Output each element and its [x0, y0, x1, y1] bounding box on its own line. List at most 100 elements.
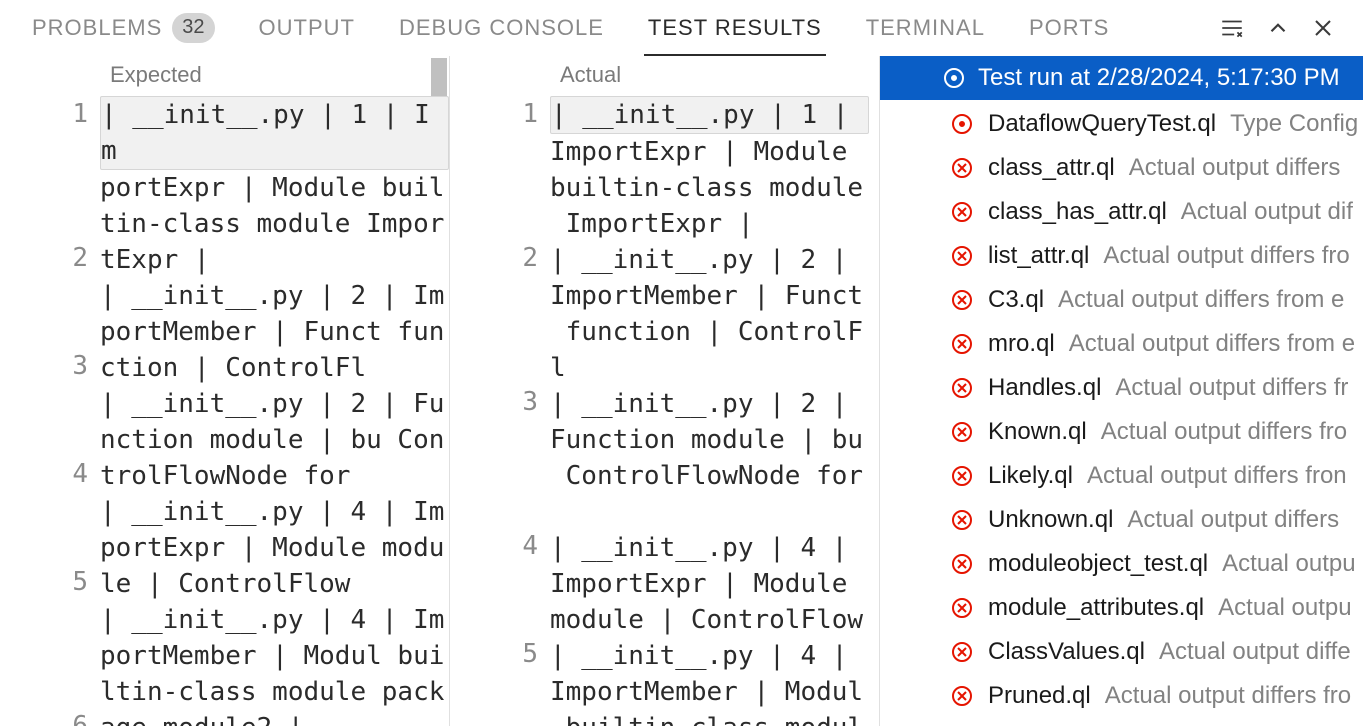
code-line: portMember | Modul bui	[100, 638, 449, 674]
line-number: 5	[450, 636, 538, 672]
test-message: Actual outpu	[1222, 550, 1355, 578]
tab-terminal[interactable]: TERMINAL	[844, 0, 1007, 56]
panel-actions	[1219, 15, 1353, 41]
test-name: Known.ql	[988, 418, 1087, 446]
clear-all-icon[interactable]	[1219, 15, 1245, 41]
actual-pane: Actual 123456 | __init__.py | 1 | Import…	[450, 56, 880, 726]
expected-pane: Expected 123456 | __init__.py | 1 | Impo…	[0, 56, 450, 726]
fail-icon	[950, 420, 974, 444]
line-number	[450, 708, 538, 726]
tests-pane: Test run at 2/28/2024, 5:17:30 PM Datafl…	[880, 56, 1363, 726]
test-item[interactable]: Pruned.qlActual output differs fro	[880, 674, 1363, 718]
test-item[interactable]: class_has_attr.qlActual output dif	[880, 190, 1363, 234]
test-item[interactable]: list_attr.qlActual output differs fro	[880, 234, 1363, 278]
fail-icon	[950, 332, 974, 356]
fail-icon	[950, 684, 974, 708]
fail-icon	[950, 288, 974, 312]
expected-code[interactable]: 123456 | __init__.py | 1 | ImportExpr | …	[0, 96, 449, 726]
test-message: Actual output diffe	[1159, 638, 1351, 666]
tab-terminal-label: TERMINAL	[866, 15, 985, 41]
fail-icon	[950, 596, 974, 620]
code-line: ltin-class module pack	[100, 674, 449, 710]
test-message: Actual output differs from e	[1058, 286, 1344, 314]
test-item[interactable]: C3.qlActual output differs from e	[880, 278, 1363, 322]
tab-output-label: OUTPUT	[259, 15, 355, 41]
test-item[interactable]: Likely.qlActual output differs fron	[880, 454, 1363, 498]
actual-code[interactable]: 123456 | __init__.py | 1 | ImportExpr | …	[450, 96, 879, 726]
tab-output[interactable]: OUTPUT	[237, 0, 377, 56]
line-number	[0, 132, 88, 168]
test-list: DataflowQueryTest.ql Type Config class_att…	[880, 100, 1363, 718]
code-line: age.module2 |	[100, 710, 449, 726]
run-header-label: Test run at 2/28/2024, 5:17:30 PM	[942, 64, 1340, 92]
code-line: ImportMember | Funct	[550, 278, 879, 314]
code-line: trolFlowNode for	[100, 458, 449, 494]
test-name: Unknown.ql	[988, 506, 1113, 534]
line-number	[0, 204, 88, 240]
run-header[interactable]: Test run at 2/28/2024, 5:17:30 PM	[880, 56, 1363, 100]
test-item[interactable]: Unknown.qlActual output differs	[880, 498, 1363, 542]
code-line: builtin-class module	[550, 170, 879, 206]
code-line: nction module | bu Con	[100, 422, 449, 458]
code-line: portMember | Funct fun	[100, 314, 449, 350]
code-line: tin-class module Impor	[100, 206, 449, 242]
line-number	[0, 600, 88, 636]
tab-debug-label: DEBUG CONSOLE	[399, 15, 604, 41]
code-line: function | ControlF	[550, 314, 879, 350]
code-line: | __init__.py | 2 | Fu	[100, 386, 449, 422]
code-line: Function module | bu	[550, 422, 879, 458]
code-line: le | ControlFlow	[100, 566, 449, 602]
code-line: ction | ControlFl	[100, 350, 449, 386]
fail-icon	[950, 464, 974, 488]
line-number	[450, 492, 538, 528]
test-item[interactable]: DataflowQueryTest.ql Type Config	[880, 102, 1363, 146]
expected-scrollbar[interactable]	[429, 56, 449, 726]
test-results-panel: Expected 123456 | __init__.py | 1 | Impo…	[0, 56, 1363, 726]
test-name: DataflowQueryTest.ql	[988, 110, 1216, 138]
test-item[interactable]: module_attributes.qlActual outpu	[880, 586, 1363, 630]
code-line: | __init__.py | 4 |	[550, 530, 879, 566]
test-message: Type Config	[1230, 110, 1358, 138]
test-item[interactable]: mro.qlActual output differs from e	[880, 322, 1363, 366]
test-item[interactable]: class_attr.ql Actual output differs	[880, 146, 1363, 190]
tab-ports[interactable]: PORTS	[1007, 0, 1131, 56]
line-number: 4	[0, 456, 88, 492]
fail-icon	[950, 200, 974, 224]
line-number: 3	[450, 384, 538, 420]
test-item[interactable]: Known.qlActual output differs fro	[880, 410, 1363, 454]
line-number	[0, 168, 88, 204]
close-icon[interactable]	[1311, 16, 1335, 40]
code-line: | __init__.py | 1 | Im	[100, 96, 449, 170]
scrollbar-thumb[interactable]	[431, 58, 447, 96]
tab-test-results[interactable]: TEST RESULTS	[626, 0, 844, 56]
tab-ports-label: PORTS	[1029, 15, 1109, 41]
tab-problems[interactable]: PROBLEMS 32	[10, 0, 237, 56]
line-number	[450, 348, 538, 384]
line-number	[450, 420, 538, 456]
test-name: class_attr.ql	[988, 154, 1115, 182]
code-line: portExpr | Module modu	[100, 530, 449, 566]
test-message: Actual output differs fro	[1105, 682, 1351, 710]
fail-icon	[950, 508, 974, 532]
test-name: list_attr.ql	[988, 242, 1089, 270]
test-message: Actual output differs	[1129, 154, 1341, 182]
code-line	[550, 494, 879, 530]
line-number	[450, 564, 538, 600]
test-message: Actual output dif	[1181, 198, 1353, 226]
line-number: 1	[0, 96, 88, 132]
test-item[interactable]: moduleobject_test.qlActual outpu	[880, 542, 1363, 586]
code-line: | __init__.py | 2 |	[550, 242, 879, 278]
actual-label: Actual	[560, 62, 621, 88]
code-line: builtin-class modul	[550, 710, 879, 726]
fail-icon	[950, 244, 974, 268]
tab-debug-console[interactable]: DEBUG CONSOLE	[377, 0, 626, 56]
tab-problems-label: PROBLEMS	[32, 15, 162, 41]
chevron-up-icon[interactable]	[1265, 15, 1291, 41]
line-number: 3	[0, 348, 88, 384]
test-item[interactable]: Handles.qlActual output differs fr	[880, 366, 1363, 410]
fail-icon	[950, 552, 974, 576]
fail-icon	[950, 156, 974, 180]
line-number	[0, 384, 88, 420]
fail-icon	[950, 376, 974, 400]
test-item[interactable]: ClassValues.qlActual output diffe	[880, 630, 1363, 674]
